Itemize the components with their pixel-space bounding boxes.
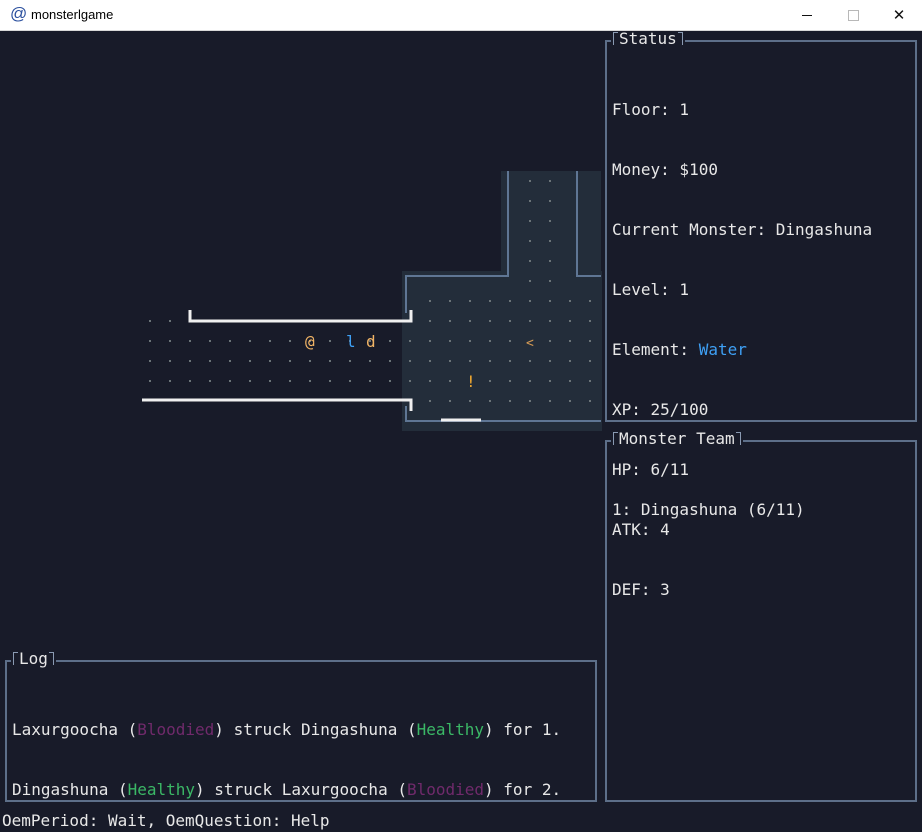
log-verb: struck: [233, 720, 292, 739]
log-entry: Laxurgoocha (Bloodied) struck Dingashuna…: [12, 720, 562, 739]
minimize-icon[interactable]: [784, 0, 830, 30]
log-panel: Log Laxurgoocha (Bloodied) struck Dingas…: [5, 649, 597, 802]
team-list: 1: Dingashuna (6/11): [612, 460, 805, 560]
app-at-icon: @: [10, 4, 28, 23]
window-titlebar: @ monsterlgame ✕: [0, 0, 922, 31]
log-attacker: Dingashuna: [12, 780, 109, 799]
status-title-text: Status: [619, 31, 677, 48]
element-label: Element:: [612, 340, 699, 359]
team-entry: 1: Dingashuna (6/11): [612, 500, 805, 519]
level-text: Level: 1: [612, 280, 690, 299]
floor-text: Floor: 1: [612, 100, 690, 119]
log-target: Laxurgoocha: [281, 780, 388, 799]
monster-d-glyph: d: [366, 332, 376, 351]
monster-l-glyph: l: [346, 332, 356, 351]
status-panel: Status Floor: 1 Money: $100 Current Mons…: [605, 31, 917, 599]
player-glyph: @: [305, 332, 315, 351]
team-title-text: Monster Team: [619, 429, 735, 448]
game-console: @ l d < ! Status Floor: 1 Money: $100 Cu…: [0, 31, 922, 832]
xp-text: XP: 25/100: [612, 400, 709, 419]
log-target-state: Bloodied: [406, 780, 485, 799]
status-panel-title: Status: [611, 31, 685, 49]
item-glyph: !: [466, 372, 476, 391]
element-value: Water: [698, 340, 747, 359]
maximize-icon[interactable]: [830, 0, 876, 30]
element-row: Element: Water: [612, 340, 872, 360]
log-target-state: Healthy: [416, 720, 485, 739]
log-target: Dingashuna: [301, 720, 398, 739]
log-entry: Dingashuna (Healthy) struck Laxurgoocha …: [12, 780, 562, 799]
current-monster-text: Current Monster: Dingashuna: [612, 220, 873, 239]
help-bar: OemPeriod: Wait, OemQuestion: Help: [2, 811, 330, 830]
dungeon-map: @ l d < !: [142, 171, 602, 431]
log-attacker-state: Healthy: [127, 780, 196, 799]
log-verb: struck: [214, 780, 273, 799]
money-text: Money: $100: [612, 160, 718, 179]
log-title-text: Log: [19, 649, 48, 668]
log-suffix: for 1.: [503, 720, 562, 739]
close-icon[interactable]: ✕: [876, 0, 922, 30]
log-attacker: Laxurgoocha: [12, 720, 118, 739]
monster-team-panel: Monster Team 1: Dingashuna (6/11): [605, 429, 917, 802]
window-title: monsterlgame: [31, 7, 114, 22]
team-panel-title: Monster Team: [611, 429, 743, 449]
log-attacker-state: Bloodied: [137, 720, 215, 739]
log-panel-title: Log: [11, 649, 56, 669]
log-lines: Laxurgoocha (Bloodied) struck Dingashuna…: [12, 680, 561, 832]
stairs-glyph: <: [526, 336, 534, 351]
log-suffix: for 2.: [503, 780, 562, 799]
